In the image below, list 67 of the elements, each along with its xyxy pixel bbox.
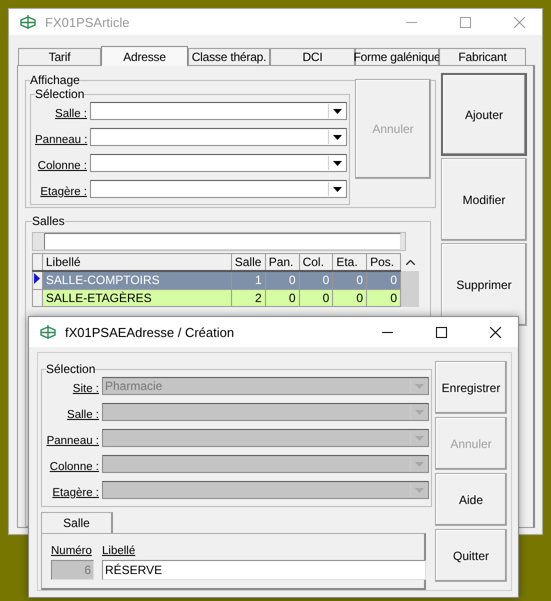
maximize-icon[interactable] — [436, 326, 446, 338]
table-cell: 0 — [332, 271, 367, 290]
label-field[interactable]: RÉSERVE — [102, 560, 426, 580]
table-cell: 0 — [332, 289, 367, 306]
table-cell: SALLE-COMPTOIRS — [42, 271, 232, 290]
tab[interactable]: Fabricant — [439, 48, 526, 65]
column-header[interactable]: Pos. — [366, 254, 400, 272]
table-cell: 2 — [231, 289, 266, 306]
group-title: Sélection — [35, 87, 84, 101]
action-button[interactable]: Modifier — [441, 158, 527, 241]
dropdown-arrow-icon — [414, 410, 424, 414]
action-button[interactable]: Aide — [435, 473, 507, 526]
dropdown-field[interactable] — [90, 154, 347, 172]
scrollbar[interactable] — [401, 253, 419, 307]
field-label: Panneau : — [35, 134, 87, 146]
window-title: fX01PSAEAdresse / Création — [65, 324, 236, 340]
row-pointer-icon — [34, 273, 40, 284]
field-label: Libellé — [102, 545, 136, 557]
field-label: Panneau : — [46, 435, 99, 447]
action-button[interactable]: Ajouter — [441, 73, 527, 156]
field-label: Site : — [72, 383, 99, 395]
filter-field[interactable] — [44, 233, 401, 250]
column-header[interactable]: Eta. — [332, 254, 367, 272]
field-label: Colonne : — [48, 461, 99, 473]
dropdown-field[interactable] — [90, 180, 347, 198]
field-label: Numéro — [51, 545, 93, 557]
tab[interactable]: Classe thérap. — [188, 48, 270, 65]
action-button[interactable]: Quitter — [435, 529, 507, 582]
field-label: Salle : — [66, 409, 99, 421]
field-label: Colonne : — [36, 160, 87, 172]
tab[interactable]: Forme galénique — [355, 48, 439, 65]
table-cell: SALLE-ETAGÈRES — [42, 289, 232, 306]
action-button[interactable]: Enregistrer — [435, 361, 507, 414]
column-header[interactable]: Libellé — [42, 254, 232, 272]
dropdown-arrow-icon — [414, 488, 424, 492]
table-cell: 0 — [265, 289, 300, 306]
dropdown-field[interactable] — [90, 102, 347, 120]
group-title: Sélection — [46, 362, 96, 376]
column-header[interactable]: Salle — [231, 254, 266, 272]
group-title: Salles — [32, 214, 65, 228]
table-cell: 0 — [299, 289, 333, 306]
app-icon — [19, 14, 37, 30]
dropdown-arrow-icon — [332, 186, 342, 192]
app-icon — [39, 324, 57, 340]
scroll-up-icon[interactable] — [406, 260, 414, 264]
column-header[interactable]: Pan. — [265, 254, 300, 272]
window-title: FX01PSArticle — [45, 14, 131, 30]
tab[interactable]: Tarif — [18, 48, 101, 65]
tab[interactable]: Adresse — [101, 46, 188, 66]
dropdown-arrow-icon — [332, 134, 342, 140]
dropdown-arrow-icon — [414, 384, 424, 388]
column-header[interactable]: Col. — [299, 254, 333, 272]
field-label: Etagère : — [39, 186, 87, 198]
dropdown-arrow-icon — [414, 462, 424, 466]
close-icon[interactable] — [490, 326, 500, 338]
field-label: Etagère : — [51, 487, 99, 499]
dropdown-arrow-icon — [414, 436, 424, 440]
tab[interactable]: Salle — [41, 512, 113, 533]
table-cell: 0 — [265, 271, 300, 290]
tab[interactable]: DCI — [270, 48, 355, 65]
dropdown-arrow-icon — [332, 160, 342, 166]
table-cell: 1 — [231, 271, 266, 290]
dropdown-field[interactable] — [90, 128, 347, 146]
dropdown-arrow-icon — [332, 108, 342, 114]
field-label: Salle : — [54, 108, 87, 120]
group-title: Affichage — [30, 73, 80, 87]
table-cell: 0 — [299, 271, 333, 290]
